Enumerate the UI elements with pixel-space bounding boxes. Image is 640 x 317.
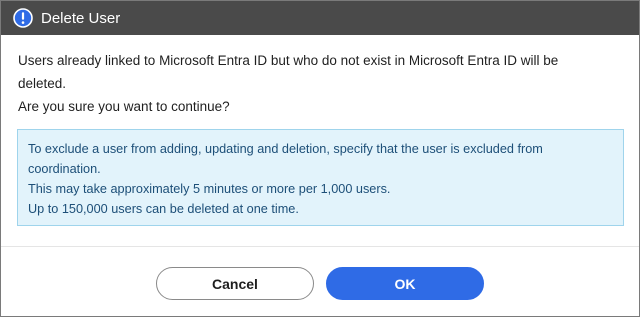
ok-button[interactable]: OK <box>326 267 484 300</box>
dialog-title: Delete User <box>41 9 121 27</box>
exclamation-circle-icon <box>13 8 33 28</box>
footer-divider <box>1 246 639 247</box>
dialog-titlebar: Delete User <box>1 1 639 35</box>
info-line: To exclude a user from adding, updating … <box>28 142 543 156</box>
message-line-2: Are you sure you want to continue? <box>18 99 230 114</box>
delete-user-dialog: Delete User Users already linked to Micr… <box>0 0 640 317</box>
message-line-1: Users already linked to Microsoft Entra … <box>18 53 559 91</box>
info-line: coordination. <box>28 162 101 176</box>
cancel-button[interactable]: Cancel <box>156 267 314 300</box>
info-line: This may take approximately 5 minutes or… <box>28 182 391 196</box>
dialog-message: Users already linked to Microsoft Entra … <box>18 49 624 118</box>
info-box: To exclude a user from adding, updating … <box>17 129 624 226</box>
info-line: Up to 150,000 users can be deleted at on… <box>28 202 299 216</box>
